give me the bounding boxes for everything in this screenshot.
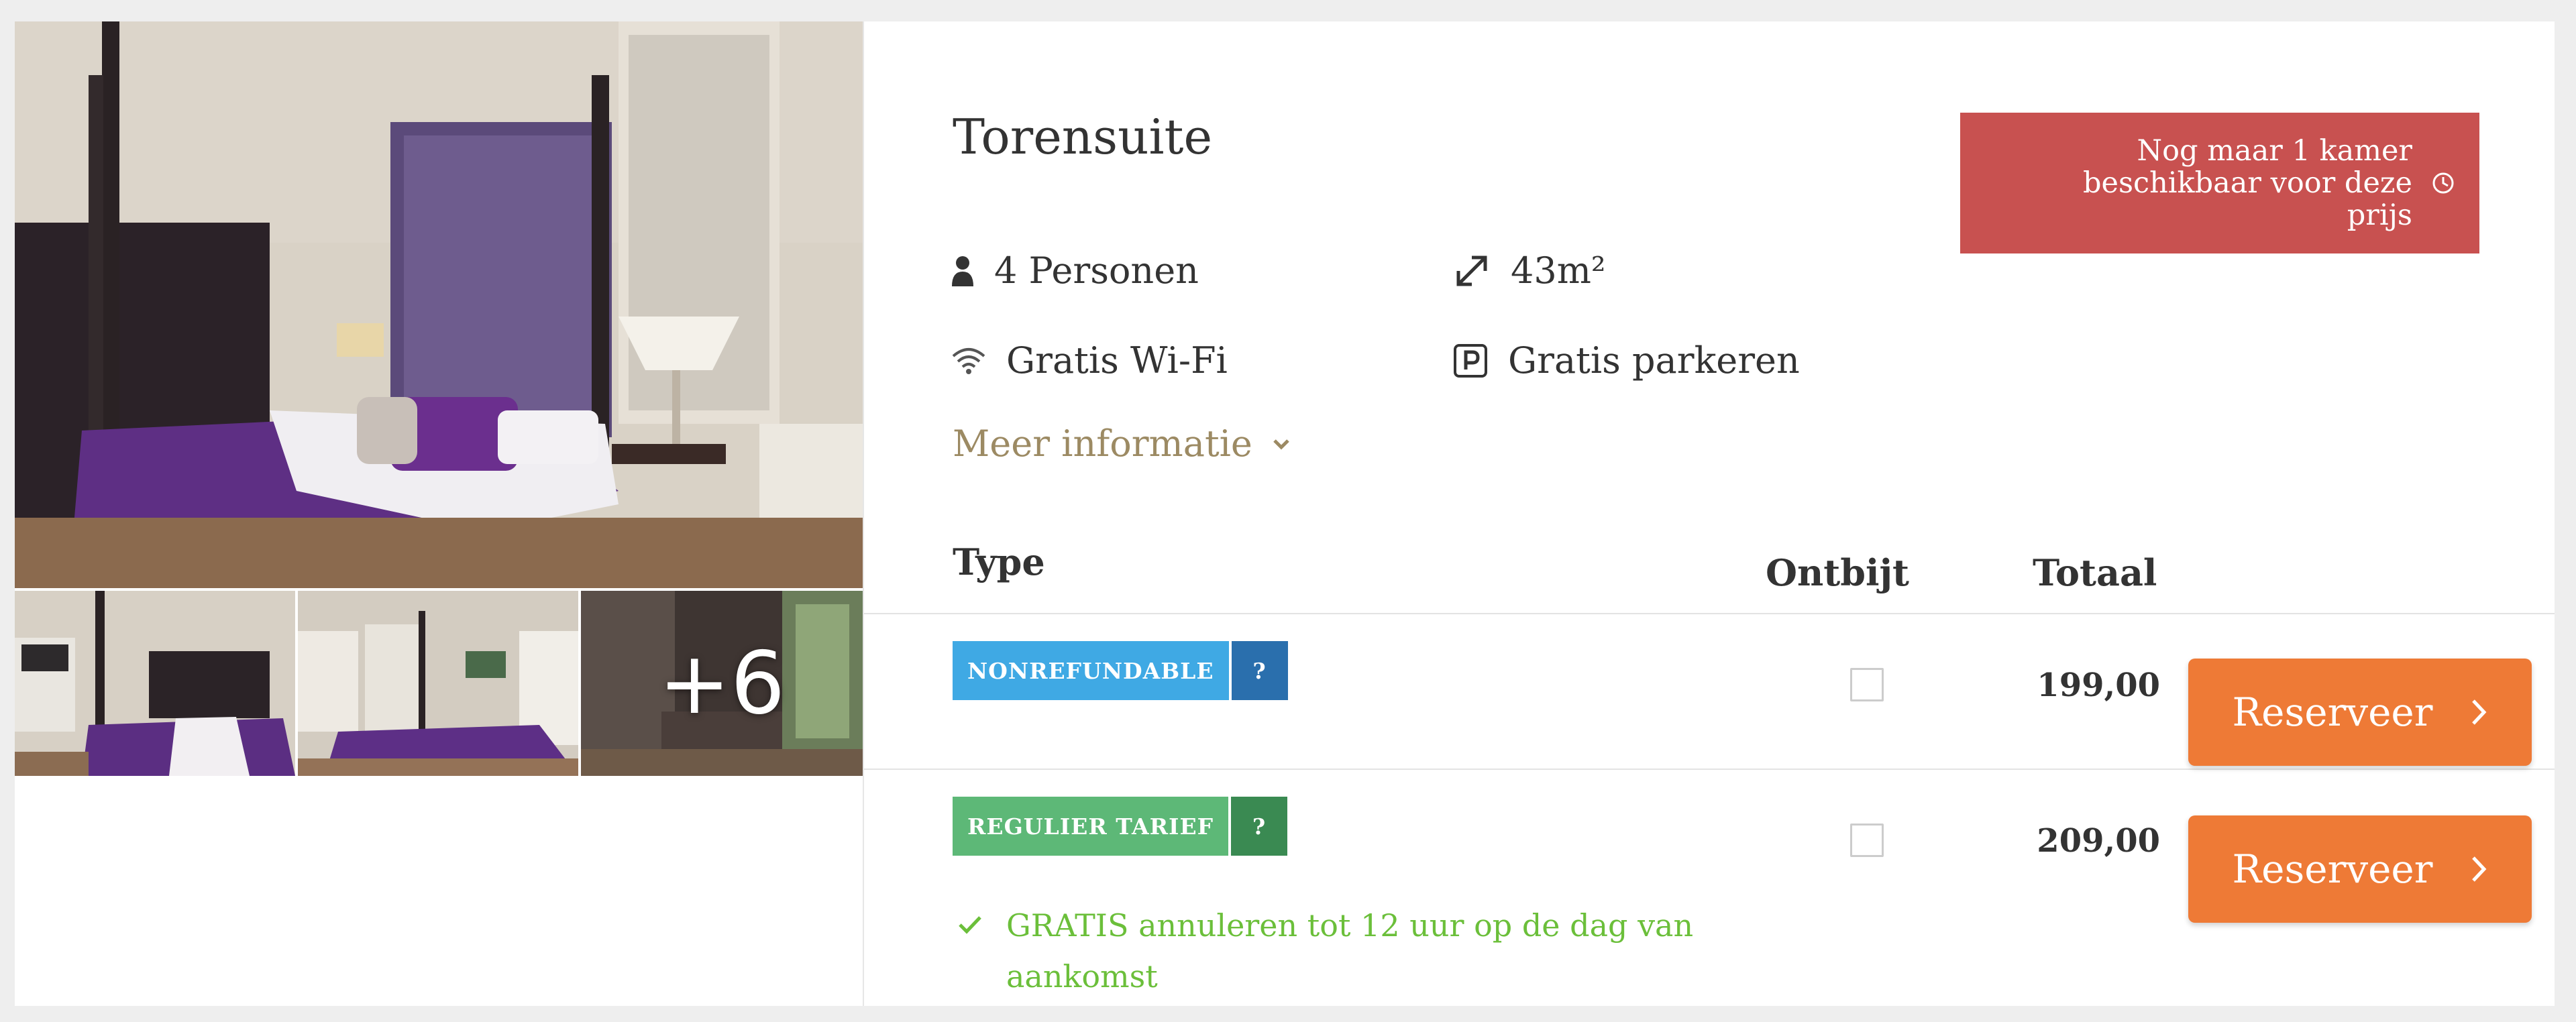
- more-photos-count: +6: [658, 633, 786, 734]
- availability-notice: Nog maar 1 kamer beschikbaar voor deze p…: [1960, 113, 2479, 253]
- rate-tag-label: NONREFUNDABLE: [953, 641, 1229, 700]
- rate-price: 209,00: [2037, 822, 2160, 860]
- free-cancellation-text: GRATIS annuleren tot 12 uur op de dag va…: [1006, 907, 1694, 995]
- row-divider: [864, 613, 2555, 614]
- reserve-button-label: Reserveer: [2232, 846, 2433, 892]
- column-header-total: Totaal: [2033, 551, 2157, 594]
- reserve-button[interactable]: Reserveer: [2188, 815, 2532, 923]
- rate-tag-label: REGULIER TARIEF: [953, 797, 1229, 856]
- chevron-down-icon: [1273, 439, 1289, 450]
- checkmark-icon: [959, 916, 981, 934]
- row-divider: [864, 769, 2555, 770]
- more-info-toggle[interactable]: Meer informatie: [953, 422, 1291, 465]
- parking-icon: [1454, 343, 1487, 378]
- rate-help-button[interactable]: ?: [1231, 641, 1288, 700]
- column-header-breakfast: Ontbijt: [1766, 551, 1909, 594]
- column-header-type: Type: [953, 541, 1045, 583]
- free-cancellation-note: GRATIS annuleren tot 12 uur op de dag va…: [958, 900, 1696, 1002]
- feature-parking-label: Gratis parkeren: [1508, 339, 1800, 382]
- room-card: +6 Torensuite 4 Personen 43m² Gratis Wi-…: [15, 21, 2555, 1006]
- photo-gallery: +6: [15, 21, 863, 1006]
- rate-help-button[interactable]: ?: [1231, 797, 1288, 856]
- chevron-right-icon: [2472, 699, 2487, 725]
- main-room-photo[interactable]: [15, 21, 863, 588]
- feature-persons: 4 Personen: [951, 249, 1199, 292]
- reserve-button[interactable]: Reserveer: [2188, 659, 2532, 766]
- column-divider: [863, 21, 864, 1006]
- wifi-icon: [952, 347, 985, 374]
- expand-arrows-icon: [1456, 255, 1487, 286]
- room-title: Torensuite: [953, 109, 1213, 165]
- gallery-thumbnail-more[interactable]: +6: [581, 591, 863, 776]
- availability-text: Nog maar 1 kamer beschikbaar voor deze p…: [2082, 134, 2412, 232]
- reserve-button-label: Reserveer: [2232, 689, 2433, 735]
- feature-persons-label: 4 Personen: [994, 249, 1199, 292]
- feature-size: 43m²: [1453, 249, 1606, 292]
- person-icon: [952, 255, 973, 286]
- rate-tag-nonrefundable: NONREFUNDABLE ?: [953, 641, 1288, 700]
- feature-parking: Gratis parkeren: [1453, 339, 1800, 382]
- more-info-label: Meer informatie: [953, 422, 1252, 465]
- feature-size-label: 43m²: [1511, 249, 1606, 292]
- chevron-right-icon: [2472, 856, 2487, 882]
- rate-price: 199,00: [2037, 667, 2160, 704]
- gallery-thumbnail-2[interactable]: [298, 591, 578, 776]
- clock-icon: [2432, 172, 2454, 194]
- breakfast-checkbox[interactable]: [1850, 668, 1884, 701]
- feature-wifi: Gratis Wi-Fi: [951, 339, 1228, 382]
- feature-wifi-label: Gratis Wi-Fi: [1006, 339, 1228, 382]
- gallery-thumbnail-1[interactable]: [15, 591, 295, 776]
- rate-tag-regular: REGULIER TARIEF ?: [953, 797, 1288, 856]
- breakfast-checkbox[interactable]: [1850, 824, 1884, 857]
